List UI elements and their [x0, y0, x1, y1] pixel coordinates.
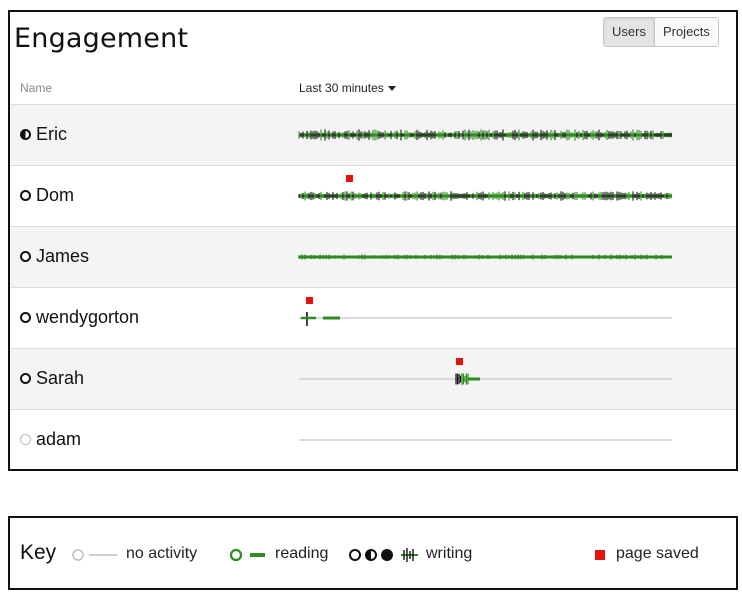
- user-row[interactable]: wendygorton: [10, 287, 736, 348]
- user-row[interactable]: Eric: [10, 104, 736, 165]
- legend-key: Key no activity reading writing page sav…: [8, 516, 738, 590]
- user-row[interactable]: Dom: [10, 165, 736, 226]
- page-saved-square-icon: [595, 550, 605, 560]
- page-saved-marker: [306, 297, 313, 304]
- activity-sparkline: [298, 129, 672, 141]
- writing-full-circle-icon: [381, 549, 393, 561]
- activity-sparkline: [299, 439, 672, 441]
- users-toggle-button[interactable]: Users: [604, 18, 655, 46]
- activity-sparkline: [299, 358, 672, 385]
- reading-label: reading: [275, 545, 329, 562]
- view-toggle: Users Projects: [603, 17, 719, 47]
- panel-title: Engagement: [14, 23, 189, 54]
- activity-bars: [455, 373, 469, 385]
- writing-empty-circle-icon: [349, 549, 361, 561]
- time-range-label: Last 30 minutes: [299, 81, 384, 95]
- activity-bars: [298, 191, 672, 201]
- projects-toggle-button[interactable]: Projects: [654, 18, 718, 46]
- activity-sparkline: [298, 254, 672, 260]
- name-column-header: Name: [20, 81, 53, 95]
- user-row[interactable]: adam: [10, 409, 736, 469]
- writing-wave-icon: [401, 548, 418, 562]
- activity-bars: [298, 129, 672, 141]
- page-saved-label: page saved: [616, 545, 699, 562]
- engagement-panel: Engagement Users Projects Name Last 30 m…: [8, 10, 738, 471]
- writing-label: writing: [426, 545, 473, 562]
- reading-circle-icon: [229, 548, 243, 562]
- page-saved-marker: [456, 358, 463, 365]
- no-activity-label: no activity: [126, 545, 198, 562]
- activity-sparkline: [298, 175, 672, 201]
- time-range-dropdown[interactable]: Last 30 minutes: [299, 81, 396, 95]
- user-row[interactable]: Sarah: [10, 348, 736, 409]
- user-row[interactable]: James: [10, 226, 736, 287]
- activity-sparkline: [299, 297, 672, 326]
- user-list: Eric Dom James wendygorton Sarah adam: [10, 104, 736, 469]
- caret-down-icon: [387, 86, 396, 92]
- no-activity-circle-icon: [72, 549, 84, 561]
- page-saved-marker: [346, 175, 353, 182]
